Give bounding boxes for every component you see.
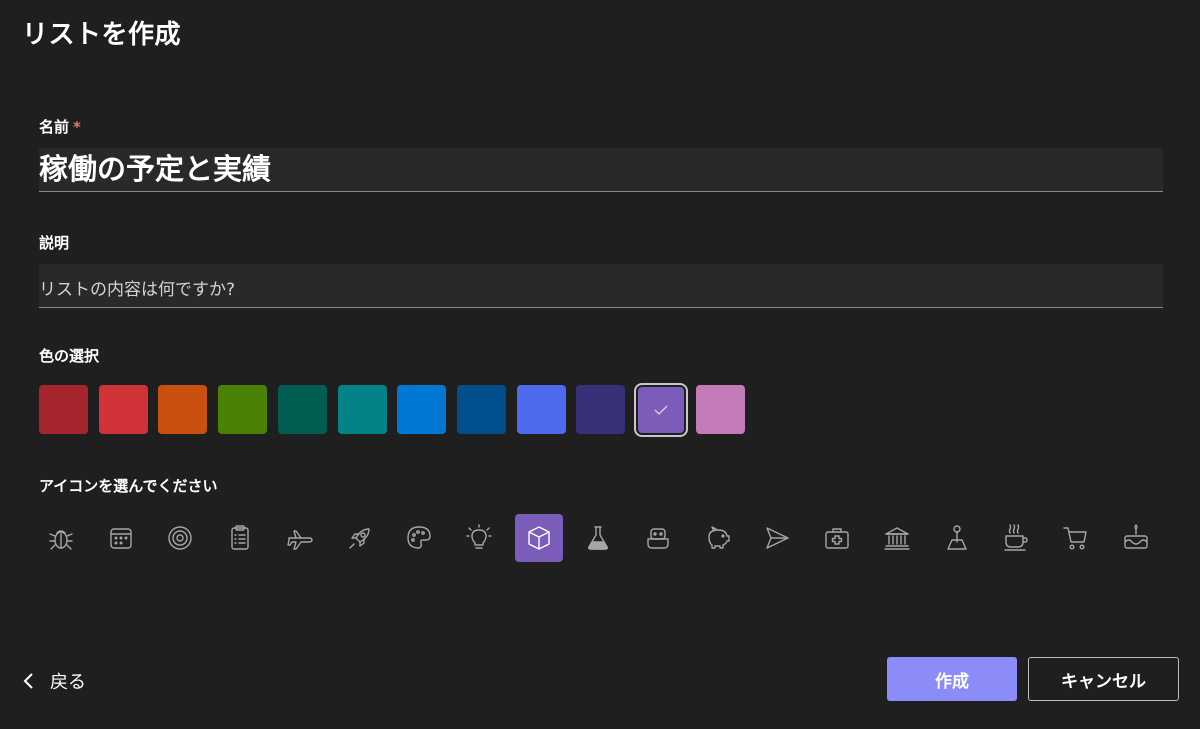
name-label: 名前 *	[39, 116, 81, 137]
icon-option[interactable]	[753, 514, 801, 562]
icon-option[interactable]	[216, 514, 264, 562]
checkmark-icon	[638, 387, 684, 433]
cake-icon	[1123, 524, 1148, 549]
piggy-bank-icon	[707, 526, 730, 549]
chevron-left-icon	[23, 673, 33, 689]
color-swatch[interactable]	[695, 385, 745, 434]
bank-icon	[884, 527, 910, 550]
clipboard-icon	[231, 525, 249, 550]
color-swatch[interactable]	[277, 385, 327, 434]
target-icon	[168, 526, 193, 550]
bug-icon	[49, 530, 73, 550]
cancel-button[interactable]: キャンセル	[1028, 657, 1179, 701]
icon-option[interactable]	[694, 514, 742, 562]
first-aid-kit-icon	[825, 528, 849, 549]
icon-option[interactable]	[37, 514, 85, 562]
color-swatch[interactable]	[158, 385, 208, 434]
name-value: 稼働の予定と実績	[39, 152, 272, 186]
icon-option[interactable]	[395, 514, 443, 562]
cart-icon	[1063, 527, 1087, 550]
color-swatch[interactable]	[337, 385, 387, 434]
description-field[interactable]: リストの内容は何ですか?	[39, 264, 1163, 308]
icon-option[interactable]	[455, 514, 503, 562]
color-swatch[interactable]	[218, 385, 268, 434]
icon-option[interactable]	[276, 514, 324, 562]
icon-option[interactable]	[336, 514, 384, 562]
icon-option[interactable]	[634, 514, 682, 562]
back-label: 戻る	[50, 672, 86, 693]
icon-option[interactable]	[992, 514, 1040, 562]
color-swatch[interactable]	[98, 385, 148, 434]
send-icon	[766, 527, 790, 549]
rocket-icon	[348, 528, 370, 549]
create-button[interactable]: 作成	[887, 657, 1017, 701]
icon-option[interactable]	[1052, 514, 1100, 562]
flask-icon	[588, 526, 609, 550]
color-swatch[interactable]	[576, 385, 626, 434]
cube-icon	[527, 526, 550, 550]
joystick-icon	[946, 525, 967, 550]
icon-label: アイコンを選んでください	[39, 477, 218, 495]
color-swatch[interactable]	[39, 385, 88, 434]
icon-option[interactable]	[813, 514, 861, 562]
back-button[interactable]: 戻る	[22, 668, 86, 694]
color-swatch[interactable]	[397, 385, 447, 434]
palette-icon	[407, 526, 431, 549]
robot-icon	[647, 528, 669, 549]
name-label-text: 名前	[39, 118, 70, 136]
icon-option[interactable]	[97, 514, 145, 562]
dialog-title: リストを作成	[22, 20, 182, 50]
color-label: 色の選択	[39, 347, 100, 365]
airplane-icon	[287, 530, 313, 550]
icon-option[interactable]	[514, 514, 563, 562]
icon-option[interactable]	[1112, 514, 1160, 562]
icon-option[interactable]	[873, 514, 921, 562]
lightbulb-icon	[466, 524, 492, 549]
icon-option[interactable]	[933, 514, 981, 562]
coffee-icon	[1004, 524, 1028, 551]
color-swatch[interactable]	[633, 383, 688, 437]
icon-option[interactable]	[156, 514, 204, 562]
description-placeholder: リストの内容は何ですか?	[39, 280, 236, 300]
icon-option[interactable]	[574, 514, 622, 562]
calendar-icon	[109, 528, 132, 549]
color-swatch[interactable]	[516, 385, 566, 434]
required-mark: *	[73, 118, 81, 136]
description-label: 説明	[39, 234, 70, 252]
color-swatch[interactable]	[456, 385, 506, 434]
name-field[interactable]: 稼働の予定と実績	[39, 148, 1163, 192]
